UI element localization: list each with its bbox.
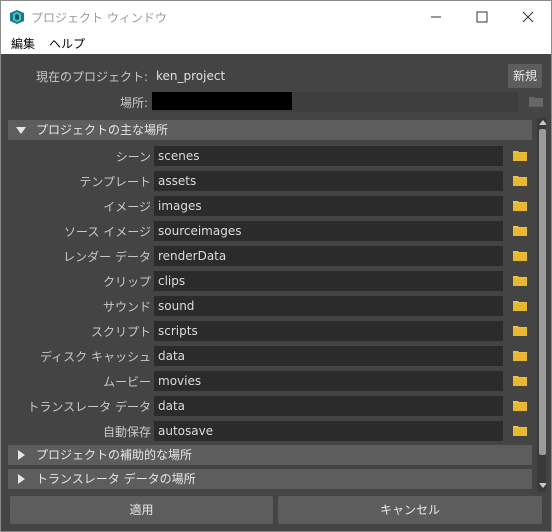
redacted-path xyxy=(152,92,292,110)
dir-field[interactable]: autosave xyxy=(154,421,503,441)
dir-label: ディスク キャッシュ xyxy=(40,350,151,364)
apply-button[interactable]: 適用 xyxy=(10,496,273,524)
folder-icon[interactable] xyxy=(529,96,543,107)
folder-icon[interactable] xyxy=(513,400,527,411)
cancel-button[interactable]: キャンセル xyxy=(278,496,542,524)
section-primary-locations[interactable]: プロジェクトの主な場所 xyxy=(8,120,532,140)
folder-icon[interactable] xyxy=(513,200,527,211)
menu-help[interactable]: ヘルプ xyxy=(49,35,85,52)
current-project-label: 現在のプロジェクト: xyxy=(35,70,148,84)
maximize-icon xyxy=(476,11,488,23)
minimize-icon xyxy=(431,16,441,18)
scroll-up-icon[interactable] xyxy=(539,120,546,125)
folder-icon[interactable] xyxy=(513,425,527,436)
folder-icon[interactable] xyxy=(513,350,527,361)
dir-field[interactable]: clips xyxy=(154,271,503,291)
dir-label: ムービー xyxy=(102,375,151,389)
dir-row-movies: ムービー movies xyxy=(6,370,534,392)
dir-field[interactable]: renderData xyxy=(154,246,503,266)
dir-field[interactable]: sourceimages xyxy=(154,221,503,241)
section-secondary-locations[interactable]: プロジェクトの補助的な場所 xyxy=(8,445,532,465)
section-translator-locations[interactable]: トランスレータ データの場所 xyxy=(8,469,532,489)
section-title: プロジェクトの補助的な場所 xyxy=(36,448,193,462)
close-icon xyxy=(522,11,534,23)
dir-label: 自動保存 xyxy=(102,425,151,439)
dir-row-renderdata: レンダー データ renderData xyxy=(6,245,534,267)
folder-icon[interactable] xyxy=(513,225,527,236)
dir-row-diskcache: ディスク キャッシュ data xyxy=(6,345,534,367)
dir-label: シーン xyxy=(115,150,151,164)
dir-label: レンダー データ xyxy=(63,250,151,264)
section-title: プロジェクトの主な場所 xyxy=(36,123,169,137)
scroll-thumb[interactable] xyxy=(539,129,546,455)
menu-edit[interactable]: 編集 xyxy=(11,35,35,52)
dir-label: スクリプト xyxy=(90,325,151,339)
dir-label: テンプレート xyxy=(79,175,151,189)
dir-label: ソース イメージ xyxy=(64,225,151,239)
maya-app-icon xyxy=(10,10,24,24)
dir-label: クリップ xyxy=(102,275,151,289)
folder-icon[interactable] xyxy=(513,325,527,336)
new-project-button[interactable]: 新規 xyxy=(508,64,542,88)
current-project-value: ken_project xyxy=(152,66,506,86)
dir-row-sound: サウンド sound xyxy=(6,295,534,317)
directories-scroll-area[interactable]: プロジェクトの主な場所 シーン scenes テンプレート assets イメー… xyxy=(6,118,546,492)
dir-field[interactable]: assets xyxy=(154,171,503,191)
folder-icon[interactable] xyxy=(513,150,527,161)
dir-label: イメージ xyxy=(103,200,151,214)
client-area: 現在のプロジェクト: ken_project 新規 場所: プロジェクトの主な場… xyxy=(1,54,551,531)
folder-icon[interactable] xyxy=(513,375,527,386)
close-button[interactable] xyxy=(505,1,551,32)
dir-field[interactable]: scenes xyxy=(154,146,503,166)
dir-row-autosave: 自動保存 autosave xyxy=(6,420,534,442)
dir-row-translatordata: トランスレータ データ data xyxy=(6,395,534,417)
location-label: 場所: xyxy=(119,96,148,110)
title-bar[interactable]: プロジェクト ウィンドウ xyxy=(1,1,551,32)
scroll-down-icon[interactable] xyxy=(539,483,546,488)
collapse-arrow-icon xyxy=(18,450,25,460)
folder-icon[interactable] xyxy=(513,300,527,311)
maximize-button[interactable] xyxy=(459,1,505,32)
dir-row-templates: テンプレート assets xyxy=(6,170,534,192)
dir-field[interactable]: scripts xyxy=(154,321,503,341)
dir-field[interactable]: sound xyxy=(154,296,503,316)
dir-label: サウンド xyxy=(102,300,151,314)
menu-bar: 編集 ヘルプ xyxy=(1,32,551,54)
dir-row-scripts: スクリプト scripts xyxy=(6,320,534,342)
project-window: プロジェクト ウィンドウ 編集 ヘルプ 現在のプロジェクト: ken_proje… xyxy=(0,0,552,532)
dir-row-clips: クリップ clips xyxy=(6,270,534,292)
section-title: トランスレータ データの場所 xyxy=(36,472,196,486)
dir-field[interactable]: movies xyxy=(154,371,503,391)
collapse-arrow-icon xyxy=(18,474,25,484)
dir-row-images: イメージ images xyxy=(6,195,534,217)
folder-icon[interactable] xyxy=(513,275,527,286)
project-header-form: 現在のプロジェクト: ken_project 新規 場所: xyxy=(6,58,546,116)
dir-field[interactable]: images xyxy=(154,196,503,216)
vertical-scrollbar[interactable] xyxy=(537,118,546,492)
minimize-button[interactable] xyxy=(413,1,459,32)
expand-arrow-icon xyxy=(16,127,26,134)
dir-row-scenes: シーン scenes xyxy=(6,145,534,167)
window-title: プロジェクト ウィンドウ xyxy=(31,11,167,25)
dir-row-sourceimages: ソース イメージ sourceimages xyxy=(6,220,534,242)
dir-field[interactable]: data xyxy=(154,346,503,366)
folder-icon[interactable] xyxy=(513,175,527,186)
dir-label: トランスレータ データ xyxy=(27,400,151,414)
folder-icon[interactable] xyxy=(513,250,527,261)
dir-field[interactable]: data xyxy=(154,396,503,416)
